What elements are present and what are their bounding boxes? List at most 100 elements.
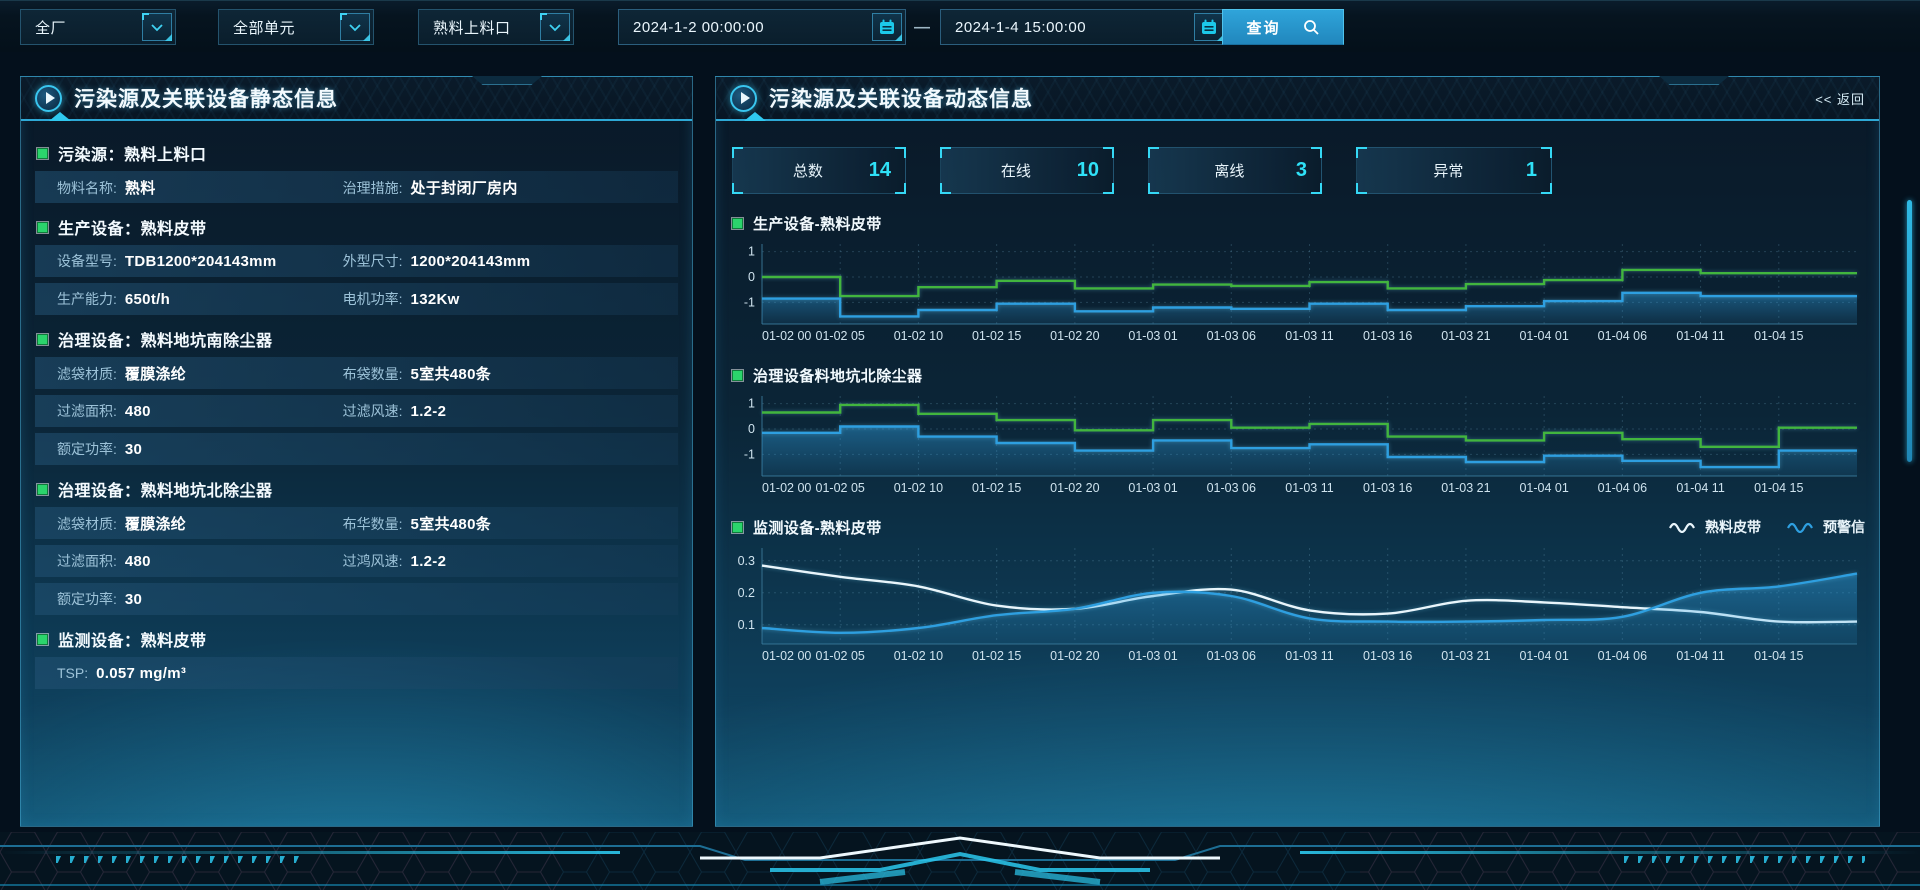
svg-text:-1: -1 xyxy=(744,447,755,461)
info-label: 电机功率: xyxy=(343,289,403,309)
svg-text:01-03 11: 01-03 11 xyxy=(1285,481,1333,495)
svg-text:01-02 00: 01-02 00 xyxy=(762,649,811,663)
chart-plot: 01-02 0001-02 0501-02 1001-02 1501-02 20… xyxy=(730,542,1861,666)
info-value: 覆膜涤纶 xyxy=(125,363,186,384)
start-datetime-field[interactable]: 2024-1-2 00:00:00 xyxy=(618,9,906,45)
scrollbar-thumb[interactable] xyxy=(1907,200,1912,462)
info-value: 132Kw xyxy=(411,291,460,308)
svg-text:01-03 11: 01-03 11 xyxy=(1285,649,1333,663)
info-value: 1.2-2 xyxy=(411,403,447,420)
svg-text:01-04 15: 01-04 15 xyxy=(1754,649,1803,663)
svg-text:01-04 06: 01-04 06 xyxy=(1598,481,1647,495)
info-value: 覆膜涤纶 xyxy=(125,513,186,534)
chevron-down-icon[interactable] xyxy=(142,13,172,41)
info-kv-row: 过滤面积:480过鸿风速:1.2-2 xyxy=(35,545,678,577)
svg-text:0: 0 xyxy=(748,270,755,284)
static-info-panel-header: 污染源及关联设备静态信息 xyxy=(21,77,692,121)
search-icon xyxy=(1303,19,1320,36)
svg-text:01-03 11: 01-03 11 xyxy=(1285,329,1333,343)
info-cell: 布华数量: 5室共480条 xyxy=(343,513,678,534)
svg-text:01-04 15: 01-04 15 xyxy=(1754,329,1803,343)
info-label: 治理措施: xyxy=(343,178,403,198)
info-cell: 额定功率:30 xyxy=(57,439,343,459)
static-info-panel-title: 污染源及关联设备静态信息 xyxy=(74,83,338,113)
chart-title: 生产设备-熟料皮带 xyxy=(753,213,882,234)
info-label: 滤袋材质: xyxy=(57,364,117,384)
svg-text:01-04 06: 01-04 06 xyxy=(1598,649,1647,663)
back-link[interactable]: << 返回 xyxy=(1815,89,1865,108)
green-square-icon xyxy=(732,370,743,381)
info-kv-row: TSP:0.057 mg/m³ xyxy=(35,657,678,689)
info-value: 5室共480条 xyxy=(411,513,491,534)
info-value: 480 xyxy=(125,553,151,570)
stat-value: 10 xyxy=(1077,159,1099,182)
start-datetime-value: 2024-1-2 00:00:00 xyxy=(633,19,764,36)
chart-block: 生产设备-熟料皮带01-02 0001-02 0501-02 1001-02 1… xyxy=(730,210,1865,346)
info-cell: 电机功率: 132Kw xyxy=(343,289,678,309)
stat-box: 离线 3 xyxy=(1148,147,1322,194)
info-label: 过滤风速: xyxy=(343,401,403,421)
info-value: 5室共480条 xyxy=(411,363,491,384)
info-cell: 过滤面积:480 xyxy=(57,551,343,571)
section-title: 治理设备：熟料地坑北除尘器 xyxy=(58,477,273,501)
chart-title-row: 监测设备-熟料皮带熟料皮带预警信 xyxy=(730,514,1865,540)
svg-text:01-02 10: 01-02 10 xyxy=(894,649,943,663)
info-cell: 布袋数量:5室共480条 xyxy=(343,363,678,384)
calendar-icon[interactable] xyxy=(872,13,902,41)
dynamic-info-panel-header: 污染源及关联设备动态信息 << 返回 xyxy=(716,77,1879,121)
calendar-icon[interactable] xyxy=(1194,13,1224,41)
info-cell: 滤袋材质: 覆膜涤纶 xyxy=(57,363,343,384)
stat-label: 总数 xyxy=(793,160,823,181)
info-value: 30 xyxy=(125,441,142,458)
stat-box: 异常1 xyxy=(1356,147,1552,194)
svg-text:0.3: 0.3 xyxy=(738,554,755,568)
stat-box: 总数14 xyxy=(732,147,906,194)
info-section-row: 监测设备：熟料皮带 xyxy=(35,621,678,657)
chart-legend: 熟料皮带 预警信 xyxy=(1669,517,1865,537)
chart-title-row: 生产设备-熟料皮带 xyxy=(730,210,1865,236)
svg-text:01-04 01: 01-04 01 xyxy=(1519,329,1568,343)
chevron-down-icon[interactable] xyxy=(340,13,370,41)
info-kv-row: 过滤面积:480过滤风速:1.2-2 xyxy=(35,395,678,427)
svg-text:01-03 16: 01-03 16 xyxy=(1363,481,1412,495)
svg-text:1: 1 xyxy=(748,397,755,411)
info-cell: 过鸿风速:1.2-2 xyxy=(343,551,678,571)
stat-value: 3 xyxy=(1296,159,1307,182)
svg-text:1: 1 xyxy=(748,245,755,259)
query-button[interactable]: 查询 xyxy=(1222,9,1344,45)
chart-plot: 01-02 0001-02 0501-02 1001-02 1501-02 20… xyxy=(730,390,1861,498)
static-info-panel: 污染源及关联设备静态信息 污染源：熟料上料口物料名称:熟料治理措施: 处于封闭厂房… xyxy=(20,76,693,827)
info-label: 滤袋材质: xyxy=(57,514,117,534)
green-square-icon xyxy=(37,148,48,159)
stat-box: 在线 10 xyxy=(940,147,1114,194)
svg-text:01-03 21: 01-03 21 xyxy=(1441,481,1490,495)
svg-text:01-02 10: 01-02 10 xyxy=(894,481,943,495)
legend-item[interactable]: 熟料皮带 xyxy=(1669,517,1761,537)
svg-text:0.1: 0.1 xyxy=(738,618,755,632)
info-kv-row: 设备型号:TDB1200*204143mm外型尺寸:1200*204143mm xyxy=(35,245,678,277)
svg-text:-1: -1 xyxy=(744,295,755,309)
section-title: 污染源：熟料上料口 xyxy=(58,141,207,165)
green-square-icon xyxy=(732,522,743,533)
chevron-down-icon[interactable] xyxy=(540,13,570,41)
dynamic-info-body: 总数14在线10离线3异常1 生产设备-熟料皮带01-02 0001-02 05… xyxy=(716,121,1879,666)
plant-select[interactable]: 全厂 xyxy=(20,9,176,45)
info-label: 设备型号: xyxy=(57,251,117,271)
header-notch-decoration xyxy=(1659,76,1729,85)
source-select[interactable]: 熟料上料口 xyxy=(418,9,574,45)
end-datetime-field[interactable]: 2024-1-4 15:00:00 xyxy=(940,9,1228,45)
info-value: 处于封闭厂房内 xyxy=(411,177,518,198)
info-label: 布华数量: xyxy=(343,514,403,534)
chart-plot: 01-02 0001-02 0501-02 1001-02 1501-02 20… xyxy=(730,238,1861,346)
info-cell: 物料名称:熟料 xyxy=(57,177,343,198)
stat-label: 在线 xyxy=(1001,160,1031,181)
svg-text:01-02 10: 01-02 10 xyxy=(894,329,943,343)
stat-label: 离线 xyxy=(1214,160,1244,181)
info-label: 过滤面积: xyxy=(57,401,117,421)
legend-item[interactable]: 预警信 xyxy=(1787,517,1865,537)
play-circle-icon xyxy=(730,85,757,112)
info-cell: 生产能力:650t/h xyxy=(57,289,343,309)
info-section-row: 治理设备：熟料地坑北除尘器 xyxy=(35,471,678,507)
svg-text:01-02 05: 01-02 05 xyxy=(816,329,865,343)
unit-select[interactable]: 全部单元 xyxy=(218,9,374,45)
